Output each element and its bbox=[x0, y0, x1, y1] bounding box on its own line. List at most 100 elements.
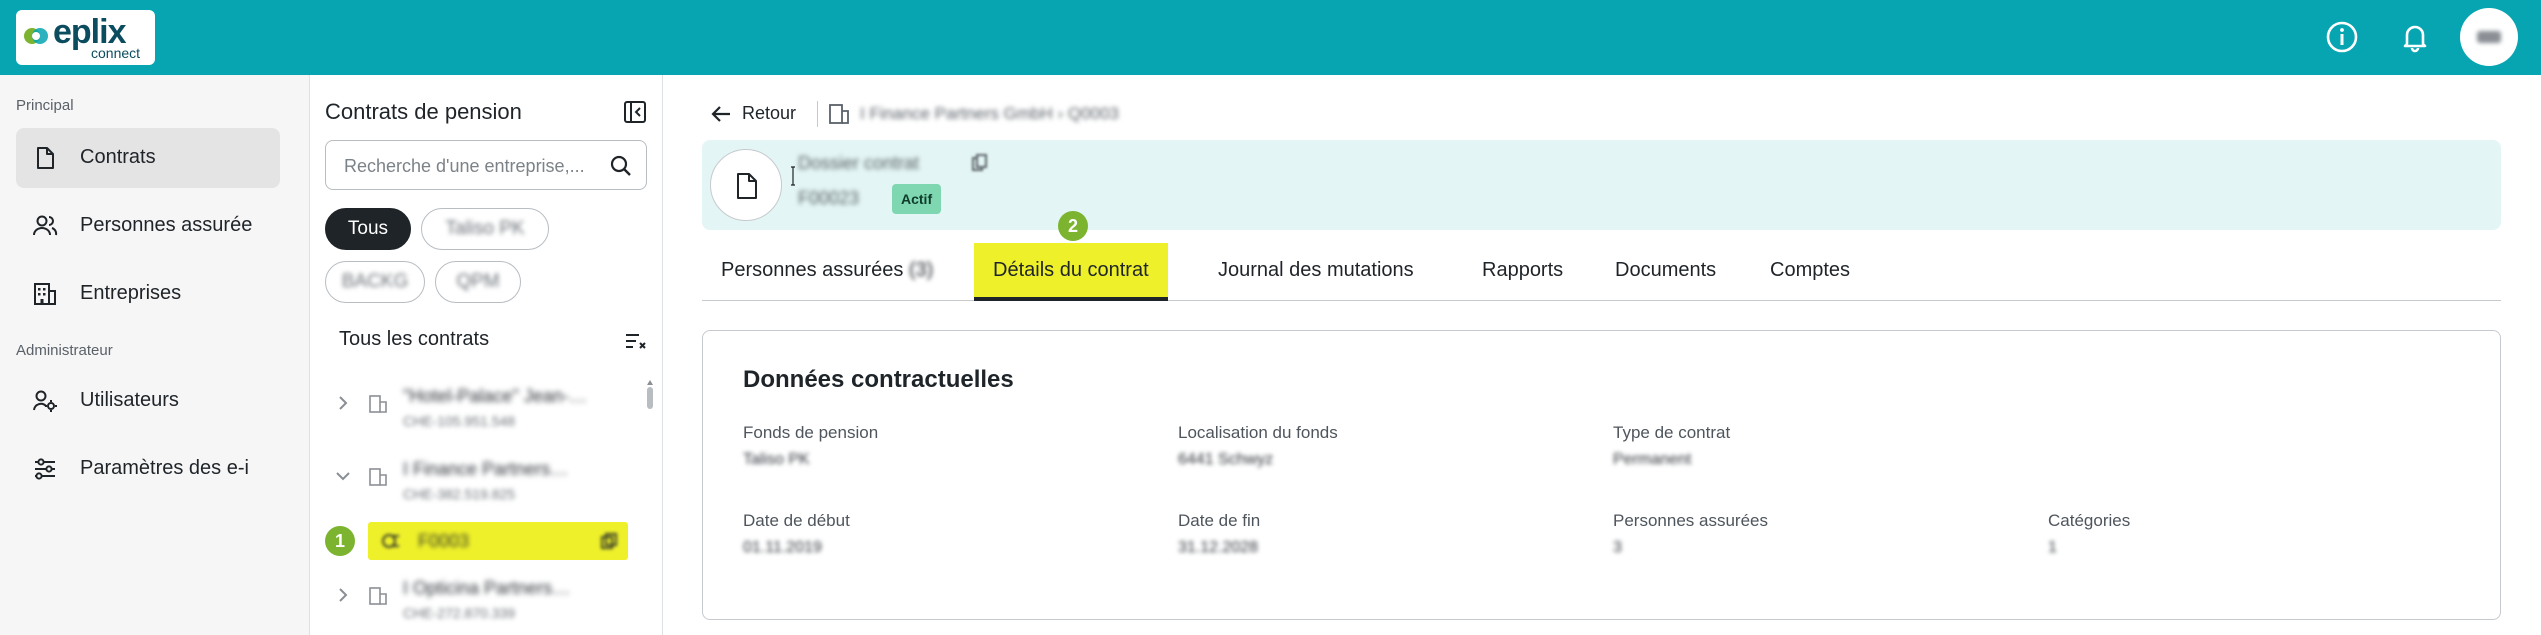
contract-number: F0003 bbox=[418, 531, 470, 551]
field-value: 01.11.2019 bbox=[743, 539, 822, 556]
building-icon bbox=[369, 395, 387, 413]
contract-header: Dossier contrat F00023 Actif bbox=[702, 140, 2501, 230]
field-value: 6441 Schwyz bbox=[1178, 451, 1274, 468]
chip-backg[interactable]: BACKG bbox=[325, 261, 425, 303]
nav-item-entreprises[interactable]: Entreprises bbox=[16, 264, 280, 324]
search-icon[interactable] bbox=[609, 154, 633, 178]
tab-comptes[interactable]: Comptes bbox=[1770, 243, 1850, 301]
list-item[interactable]: I Finance Partners… CHE-382.519.825 bbox=[311, 451, 641, 507]
company-uid: CHE-382.519.825 bbox=[403, 486, 516, 502]
tab-bar: Personnes assurées (3) Détails du contra… bbox=[702, 243, 2501, 301]
tab-details-contrat[interactable]: Détails du contrat bbox=[974, 243, 1168, 301]
field-date-debut: Date de début 01.11.2019 bbox=[743, 511, 1143, 557]
field-label: Date de début bbox=[743, 511, 850, 530]
company-uid: CHE-105.951.548 bbox=[403, 413, 516, 429]
list-header: Tous les contrats bbox=[339, 328, 490, 350]
users-icon bbox=[33, 215, 58, 236]
status-badge: Actif bbox=[892, 184, 942, 214]
collapse-panel-icon[interactable] bbox=[622, 99, 648, 125]
tab-rapports[interactable]: Rapports bbox=[1482, 243, 1563, 301]
back-label: Retour bbox=[742, 103, 797, 123]
contract-data-card: Données contractuelles Fonds de pension … bbox=[702, 330, 2501, 620]
tab-label: Détails du contrat bbox=[993, 259, 1149, 281]
tab-label: Journal des mutations bbox=[1218, 259, 1414, 281]
back-button[interactable]: Retour bbox=[710, 101, 800, 129]
nav-item-contrats[interactable]: Contrats bbox=[16, 128, 280, 188]
field-date-fin: Date de fin 31.12.2028 bbox=[1178, 511, 1578, 557]
chevron-right-icon[interactable] bbox=[334, 394, 352, 412]
field-type: Type de contrat Permanent bbox=[1613, 423, 2013, 469]
chevron-right-icon[interactable] bbox=[334, 586, 352, 604]
copy-icon[interactable] bbox=[972, 154, 988, 172]
sliders-icon bbox=[35, 458, 55, 480]
nav-item-personnes[interactable]: Personnes assurée bbox=[16, 196, 280, 256]
document-icon bbox=[737, 173, 757, 199]
chip-fund[interactable]: Taliso PK bbox=[421, 208, 549, 250]
field-label: Catégories bbox=[2048, 511, 2131, 530]
bell-icon[interactable] bbox=[2398, 20, 2432, 54]
breadcrumb[interactable]: I Finance Partners GmbH › Q0003 bbox=[860, 104, 1119, 124]
field-label: Fonds de pension bbox=[743, 423, 879, 442]
field-label: Date de fin bbox=[1178, 511, 1261, 530]
nav-label: Utilisateurs bbox=[80, 389, 179, 411]
company-uid: CHE-272.870.339 bbox=[403, 605, 516, 621]
info-icon[interactable] bbox=[2325, 20, 2359, 54]
copy-icon[interactable] bbox=[600, 532, 618, 550]
field-label: Localisation du fonds bbox=[1178, 423, 1338, 442]
tab-label: Documents bbox=[1615, 259, 1717, 281]
field-value: Permanent bbox=[1613, 451, 1692, 468]
tab-label: Personnes assurées bbox=[721, 259, 904, 281]
step-marker-2: 2 bbox=[1058, 211, 1088, 241]
breadcrumb-divider bbox=[817, 101, 818, 127]
field-label: Personnes assurées bbox=[1613, 511, 1768, 530]
field-personnes-assurees: Personnes assurées 3 bbox=[1613, 511, 2013, 557]
document-icon bbox=[37, 147, 54, 169]
selected-contract-row[interactable]: F0003 bbox=[368, 522, 628, 560]
nav-item-utilisateurs[interactable]: Utilisateurs bbox=[16, 371, 280, 431]
chip-tous[interactable]: Tous bbox=[325, 208, 411, 250]
eplix-logo[interactable]: eplix connect bbox=[16, 10, 155, 65]
list-item[interactable]: "Hotel-Palace" Jean-… CHE-105.951.548 bbox=[311, 378, 641, 434]
chevron-down-icon[interactable] bbox=[334, 467, 352, 485]
nav-label: Contrats bbox=[80, 146, 156, 168]
filter-sort-icon[interactable] bbox=[623, 329, 647, 353]
field-label: Type de contrat bbox=[1613, 423, 1731, 442]
top-bar: eplix connect bbox=[0, 0, 2541, 75]
field-localisation: Localisation du fonds 6441 Schwyz bbox=[1178, 423, 1578, 469]
search-input[interactable] bbox=[344, 153, 596, 179]
building-icon bbox=[369, 468, 387, 486]
tab-documents[interactable]: Documents bbox=[1615, 243, 1716, 301]
chip-qpm[interactable]: QPM bbox=[435, 261, 521, 303]
tab-personnes-assurees[interactable]: Personnes assurées (3) bbox=[721, 243, 933, 301]
contract-icon bbox=[382, 534, 399, 548]
search-field[interactable] bbox=[325, 140, 647, 190]
left-navigation: Principal Contrats Personnes assurée Ent… bbox=[0, 75, 310, 635]
user-avatar[interactable] bbox=[2460, 8, 2518, 66]
building-icon bbox=[829, 104, 849, 124]
chip-label: QPM bbox=[456, 271, 500, 292]
contract-title: Dossier contrat bbox=[798, 153, 920, 173]
user-gear-icon bbox=[33, 390, 57, 412]
field-value: 3 bbox=[1613, 539, 1622, 556]
building-icon bbox=[369, 587, 387, 605]
nav-label: Personnes assurée bbox=[80, 214, 253, 236]
avatar-initials bbox=[2477, 31, 2501, 43]
main-content: Retour I Finance Partners GmbH › Q0003 D… bbox=[664, 75, 2541, 635]
list-item[interactable]: I Opticina Partners… CHE-272.870.339 bbox=[311, 570, 641, 626]
tab-label: Rapports bbox=[1482, 259, 1564, 281]
field-value: 1 bbox=[2048, 539, 2057, 556]
scrollbar-thumb[interactable] bbox=[647, 387, 653, 409]
field-value: 31.12.2028 bbox=[1178, 539, 1259, 556]
company-name: "Hotel-Palace" Jean-… bbox=[403, 386, 587, 406]
company-name: I Opticina Partners… bbox=[403, 578, 571, 598]
nav-item-parametres[interactable]: Paramètres des e-i bbox=[16, 439, 280, 499]
logo-mark-icon bbox=[24, 28, 48, 44]
section-title: Données contractuelles bbox=[743, 366, 1014, 393]
nav-label: Entreprises bbox=[80, 282, 182, 304]
nav-section-principal: Principal bbox=[16, 97, 74, 114]
company-name: I Finance Partners… bbox=[403, 459, 569, 479]
contract-avatar bbox=[710, 149, 782, 221]
text-cursor-icon bbox=[791, 166, 795, 186]
building-icon bbox=[34, 283, 56, 305]
tab-journal-mutations[interactable]: Journal des mutations bbox=[1218, 243, 1414, 301]
